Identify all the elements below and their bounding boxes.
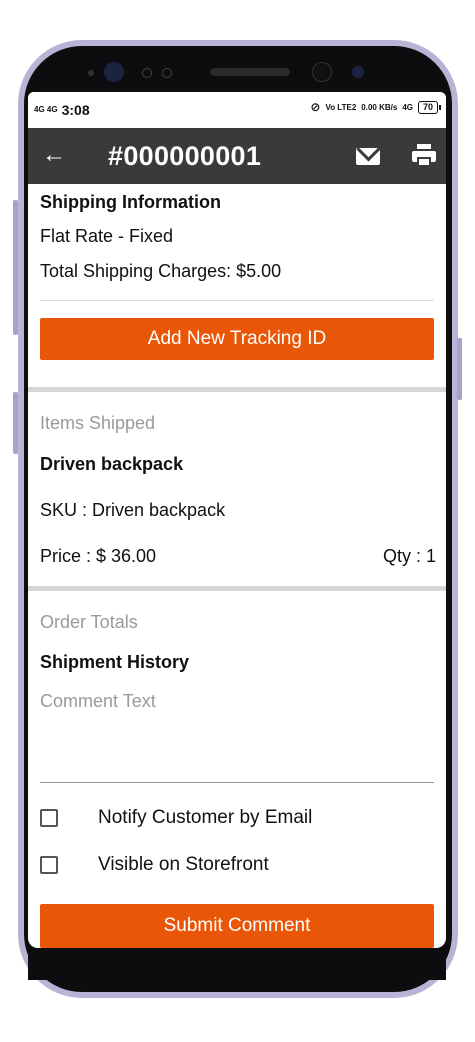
sensor-dot [162,68,172,78]
item-sku: SKU : Driven backpack [40,500,226,520]
power-button [457,338,462,400]
side-button [13,392,18,454]
section-divider [28,586,446,591]
notify-label: Notify Customer by Email [98,807,313,828]
signal-icon: 4G 4G [34,105,58,114]
submit-comment-button[interactable]: Submit Comment [40,904,434,948]
shipping-charges: Total Shipping Charges: $5.00 [40,261,282,281]
divider [40,300,434,301]
mute-icon: ⊘ [310,100,321,114]
order-totals-heading: Order Totals [40,612,138,632]
app-toolbar: ← #000000001 [28,128,446,184]
item-name: Driven backpack [40,454,184,474]
printer-icon[interactable] [412,144,436,168]
back-arrow-icon[interactable]: ← [42,140,66,170]
app-screen: 4G 4G 3:08 ⊘ Vo LTE2 0.00 KB/s 4G 70 ← #… [28,92,446,948]
front-camera [104,62,124,82]
volume-button [13,200,18,335]
proximity-sensor [312,62,332,82]
sensor-dot [142,68,152,78]
section-divider [28,387,446,392]
status-time: 3:08 [61,102,90,118]
notify-checkbox[interactable] [40,809,58,827]
speed-label: 0.00 KB/s [361,102,398,112]
network-label: Vo LTE2 [325,102,357,112]
visible-label: Visible on Storefront [98,854,269,875]
net-type-label: 4G [402,102,413,112]
visible-checkbox[interactable] [40,856,58,874]
item-price: Price : $ 36.00 [40,546,157,566]
status-bar: 4G 4G 3:08 ⊘ Vo LTE2 0.00 KB/s 4G 70 [28,92,446,128]
shipping-heading: Shipping Information [40,192,221,212]
phone-chin [28,948,446,980]
item-qty: Qty : 1 [382,546,436,566]
shipping-method: Flat Rate - Fixed [40,226,174,246]
battery-icon: 70 [417,100,442,114]
items-heading: Items Shipped [40,413,156,433]
earpiece-speaker [210,68,290,76]
page-title: #000000001 [108,141,262,171]
comment-underline [40,782,434,783]
shipment-history-heading: Shipment History [40,652,190,672]
add-tracking-button[interactable]: Add New Tracking ID [40,318,434,360]
comment-input[interactable]: Comment Text [40,691,434,771]
light-sensor [352,66,364,78]
mail-icon[interactable] [356,148,380,165]
sensor-dot [88,70,94,76]
